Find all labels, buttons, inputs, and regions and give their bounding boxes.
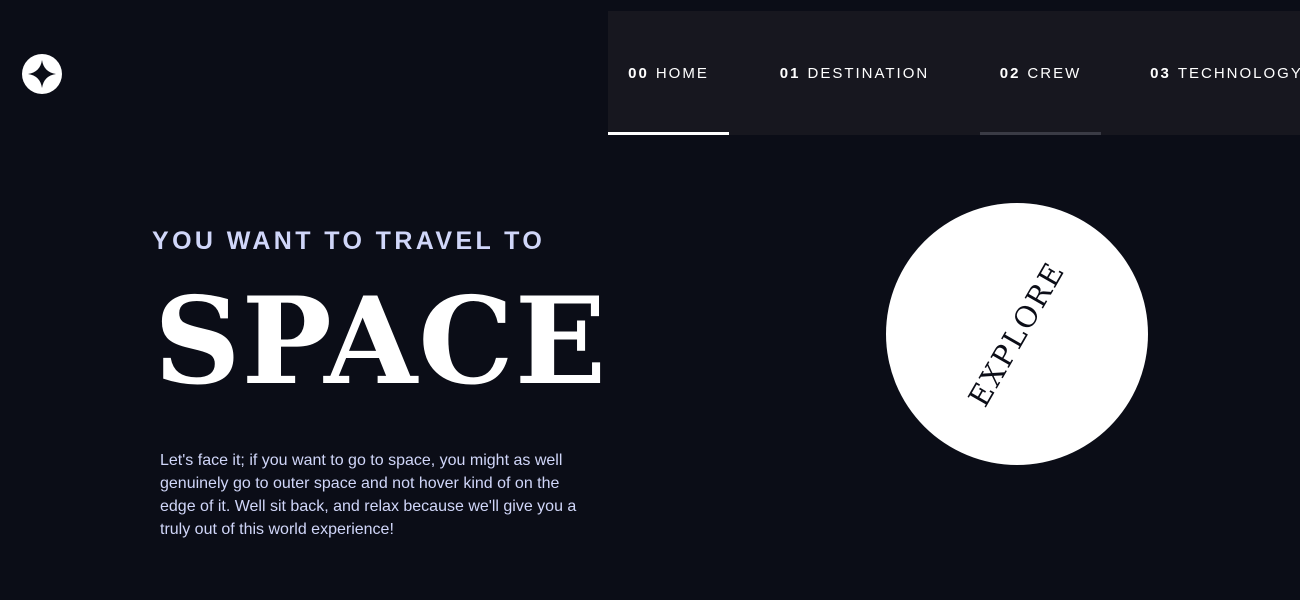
nav-item-label: DESTINATION [807, 64, 930, 82]
nav-item-crew[interactable]: 02 CREW [980, 11, 1101, 135]
nav-item-number: 02 [999, 64, 1021, 82]
nav-item-label: HOME [655, 64, 709, 82]
explore-button[interactable]: EXPLORE [886, 203, 1148, 465]
logo[interactable] [22, 54, 62, 94]
nav-item-home[interactable]: 00 HOME [608, 11, 729, 135]
main-navigation: 00 HOME 01 DESTINATION 02 CREW 03 TECHNO… [608, 11, 1300, 135]
hero-subtitle: YOU WANT TO TRAVEL TO [152, 227, 546, 255]
hero-title: SPACE [154, 271, 608, 412]
nav-item-destination[interactable]: 01 DESTINATION [779, 11, 930, 135]
nav-item-technology[interactable]: 03 TECHNOLOGY [1150, 11, 1300, 135]
hero-description: Let's face it; if you want to go to spac… [160, 452, 577, 538]
nav-item-label: CREW [1027, 64, 1082, 82]
nav-item-number: 01 [779, 64, 801, 82]
star-logo-icon [22, 54, 62, 94]
explore-label: EXPLORE [961, 255, 1073, 413]
nav-item-number: 03 [1150, 64, 1171, 82]
nav-item-label: TECHNOLOGY [1177, 64, 1300, 82]
nav-item-number: 00 [628, 64, 649, 82]
